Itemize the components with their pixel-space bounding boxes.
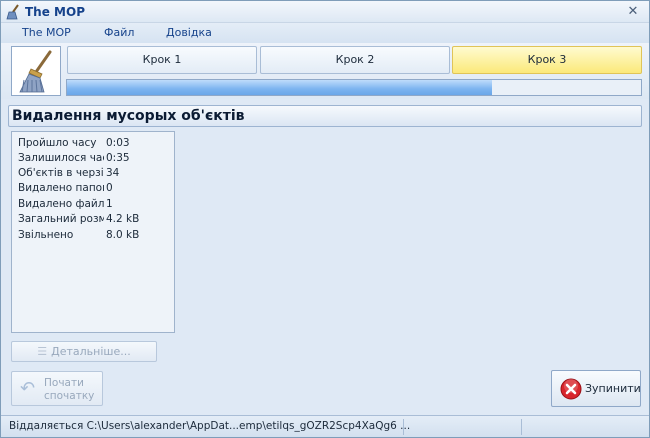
stop-label: Зупинити: [585, 382, 641, 395]
wizard-panel: Крок 1 Крок 2 Крок 3: [1, 43, 649, 99]
restart-label-line2: спочатку: [44, 390, 95, 402]
stat-label: Видалено папок: [18, 182, 104, 194]
menu-bar: The MOP Файл Довідка: [1, 23, 649, 43]
window-title: The MOP: [25, 5, 85, 19]
stat-row: Пройшло часу 0:03: [18, 137, 168, 151]
stat-row: Видалено папок 0: [18, 182, 168, 196]
stat-label: Пройшло часу: [18, 137, 97, 149]
stop-button[interactable]: Зупинити: [551, 370, 641, 407]
stat-value: 4.2 kB: [106, 213, 140, 225]
mop-icon: [19, 50, 52, 93]
title-bar[interactable]: The MOP ✕: [1, 1, 649, 23]
menu-the-mop[interactable]: The MOP: [22, 26, 71, 39]
restart-label-line1: Почати: [44, 377, 84, 389]
details-label: Детальніше...: [51, 345, 131, 358]
stat-row: Звільнено 8.0 kB: [18, 229, 168, 243]
stat-value: 0:35: [106, 152, 130, 164]
status-text: Віддаляється C:\Users\alexander\AppDat..…: [9, 420, 411, 432]
stat-value: 1: [106, 198, 113, 210]
stats-panel: Пройшло часу 0:03 Залишилося часу 0:35 О…: [11, 131, 175, 333]
stat-value: 34: [106, 167, 120, 179]
step-2-tab[interactable]: Крок 2: [260, 46, 450, 74]
status-bar: Віддаляється C:\Users\alexander\AppDat..…: [1, 415, 649, 437]
stat-value: 8.0 kB: [106, 229, 140, 241]
stop-icon: [560, 378, 582, 400]
stat-row: Об'єктів в черзі 34: [18, 167, 168, 181]
stat-label: Видалено файлів: [18, 198, 104, 210]
stat-value: 0:03: [106, 137, 130, 149]
menu-help[interactable]: Довідка: [166, 26, 212, 39]
stat-label: Звільнено: [18, 229, 74, 241]
status-separator: [403, 419, 404, 435]
mop-logo: [11, 46, 61, 96]
list-icon: ☰: [37, 345, 48, 358]
undo-icon: ↶: [20, 378, 36, 399]
stat-row: Залишилося часу 0:35: [18, 152, 168, 166]
stat-label: Загальний розмір: [18, 213, 104, 225]
stat-row: Видалено файлів 1: [18, 198, 168, 212]
stat-row: Загальний розмір 4.2 kB: [18, 213, 168, 227]
close-icon[interactable]: ✕: [625, 4, 641, 20]
restart-button[interactable]: ↶ Почати спочатку: [11, 371, 103, 406]
progress-bar: [66, 79, 642, 96]
mop-app-icon: [6, 4, 19, 20]
progress-fill: [67, 80, 492, 95]
section-title: Видалення мусорых об'єктів: [12, 108, 245, 124]
step-1-tab[interactable]: Крок 1: [67, 46, 257, 74]
step-3-tab[interactable]: Крок 3: [452, 46, 642, 74]
stat-value: 0: [106, 182, 113, 194]
stat-label: Залишилося часу: [18, 152, 104, 164]
details-button[interactable]: ☰ Детальніше...: [11, 341, 157, 362]
stat-label: Об'єктів в черзі: [18, 167, 104, 179]
section-header: Видалення мусорых об'єктів: [8, 105, 642, 127]
status-separator: [521, 419, 522, 435]
app-window: The MOP ✕ The MOP Файл Довідка Крок 1 Кр…: [0, 0, 650, 438]
menu-file[interactable]: Файл: [104, 26, 134, 39]
